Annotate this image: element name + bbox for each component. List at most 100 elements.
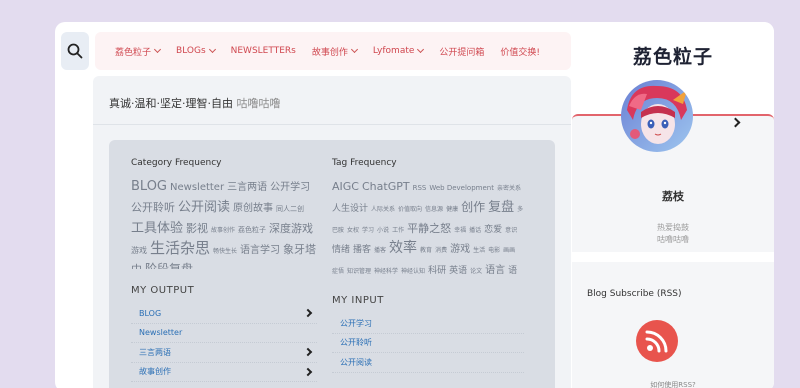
cloud-word[interactable]: 工具体验 — [131, 221, 183, 236]
menu-link-label: 三言两语 — [139, 347, 171, 357]
cloud-word[interactable]: 游戏 — [450, 244, 470, 255]
cloud-word[interactable]: 深度游戏 — [269, 222, 313, 235]
chevron-down-icon — [153, 45, 162, 54]
menu-link[interactable]: BLOG — [131, 304, 317, 324]
site-title[interactable]: 荔色粒子 — [572, 42, 774, 69]
cloud-word[interactable]: 科研 — [428, 266, 446, 276]
menu-link-label: Newsletter — [139, 328, 183, 338]
cloud-word[interactable]: 播客 — [353, 245, 371, 255]
menu-link[interactable]: 故事创作 — [131, 363, 317, 382]
search-button[interactable] — [61, 32, 89, 70]
my-output-list: BLOG Newsletter 三言两语故事创作 — [131, 304, 317, 382]
cloud-word[interactable]: 语言 — [485, 265, 505, 276]
cloud-word[interactable]: 播客 — [374, 247, 386, 254]
menu-link-label: 公开聆听 — [340, 338, 372, 348]
menu-link-label: 故事创作 — [139, 367, 171, 377]
my-input-list: 公开学习公开聆听公开阅读 — [332, 314, 524, 373]
cloud-word[interactable]: 创作 — [461, 200, 485, 214]
cloud-word[interactable]: 价值取向 — [398, 206, 422, 213]
menu-link-label: 公开学习 — [340, 318, 372, 328]
cloud-word[interactable]: 人生设计 — [332, 204, 368, 214]
cloud-word[interactable]: 画画 — [503, 247, 515, 254]
cloud-word[interactable]: 生活杂思 — [150, 239, 210, 257]
cloud-word[interactable]: 电影 — [488, 247, 500, 254]
cloud-word[interactable]: 阶段复盘 — [145, 262, 193, 269]
menu-link[interactable]: 公开学习 — [332, 314, 524, 334]
category-frequency-title: Category Frequency — [131, 158, 222, 168]
nav-item-label: NEWSLETTERs — [230, 46, 296, 56]
right-column: Tag Frequency AIGC ChatGPT RSS Web Developm… — [332, 158, 524, 373]
rss-icon[interactable] — [636, 320, 678, 362]
tag-cloud: AIGC ChatGPT RSS Web Development 亲密关系人生设计 人际关… — [332, 175, 524, 281]
cloud-word[interactable]: 平静之怒 — [407, 222, 451, 235]
cloud-word[interactable]: 英语 — [449, 266, 467, 276]
cloud-word[interactable]: 人际关系 — [371, 206, 395, 213]
nav-item-3[interactable]: 故事创作 — [312, 45, 358, 58]
cloud-word[interactable]: 公开学习 — [270, 182, 310, 193]
category-cloud: BLOG Newsletter 三言两语 公开学习公开聆听 公开阅读 原创故事 同人二创工具… — [131, 175, 317, 269]
cloud-word[interactable]: 神经科学 — [374, 268, 398, 275]
nav-item-5[interactable]: 公开提问箱 — [439, 45, 484, 58]
cloud-word[interactable]: 公开阅读 — [178, 200, 230, 215]
cloud-word[interactable]: 健康 — [446, 206, 458, 213]
cloud-word[interactable]: Web Development — [429, 184, 494, 192]
menu-link-label: BLOG — [139, 308, 162, 318]
cloud-word[interactable]: 故事创作 — [211, 227, 235, 234]
menu-link[interactable]: 三言两语 — [131, 343, 317, 363]
cloud-word[interactable]: AIGC — [332, 180, 359, 193]
rss-help-link[interactable]: 如何使用RSS? — [572, 380, 774, 388]
nav-item-4[interactable]: Lyfomate — [373, 45, 425, 56]
cloud-word[interactable]: 意识 — [505, 227, 517, 234]
cloud-word[interactable]: 效率 — [389, 240, 417, 256]
chevron-right-icon[interactable] — [303, 367, 313, 376]
rss-title: Blog Subscribe (RSS) — [587, 289, 682, 299]
cloud-word[interactable]: 神经认知 — [401, 268, 425, 275]
menu-link[interactable]: 公开阅读 — [332, 353, 524, 373]
cloud-word[interactable]: 工作 — [392, 227, 404, 234]
cloud-word[interactable]: 播话 — [469, 227, 481, 234]
cloud-word[interactable]: 游戏 — [131, 246, 147, 255]
menu-link[interactable]: Newsletter — [131, 324, 317, 343]
cloud-word[interactable]: 语言学习 — [240, 245, 280, 256]
cloud-word[interactable]: 症悟 — [332, 268, 344, 275]
avatar-image — [621, 80, 693, 152]
cloud-word[interactable]: 女权 — [347, 227, 359, 234]
chevron-right-icon[interactable] — [303, 347, 313, 357]
nav-item-2[interactable]: NEWSLETTERs — [231, 46, 296, 56]
rss-widget: Blog Subscribe (RSS) 如何使用RSS? — [572, 262, 774, 388]
cloud-word[interactable]: ChatGPT — [362, 180, 410, 193]
cloud-word[interactable]: 情绪 — [332, 245, 350, 255]
cloud-word[interactable]: 知识管理 — [347, 268, 371, 275]
cloud-word[interactable]: 同人二创 — [276, 205, 304, 213]
cloud-word[interactable]: 小说 — [377, 227, 389, 234]
cloud-word[interactable]: 荔色粒子 — [238, 226, 266, 234]
menu-link[interactable]: 公开聆听 — [332, 334, 524, 353]
author-description: 热爱捣鼓 咕噜咕噜 — [572, 222, 774, 246]
nav-item-1[interactable]: BLOGs — [176, 45, 216, 56]
cloud-word[interactable]: 消费 — [435, 247, 447, 254]
avatar[interactable] — [621, 80, 693, 152]
cloud-word[interactable]: 影视 — [186, 222, 208, 235]
cloud-word[interactable]: 生活 — [473, 247, 485, 254]
cloud-word[interactable]: 亲密关系 — [497, 185, 521, 192]
cloud-word[interactable]: 畅快生长 — [213, 248, 237, 255]
cloud-word[interactable]: 教育 — [420, 247, 432, 254]
cloud-word[interactable]: Newsletter — [170, 182, 224, 193]
cloud-word[interactable]: 幸福 — [454, 227, 466, 234]
nav-item-6[interactable]: 价值交换! — [500, 45, 540, 58]
cloud-word[interactable]: 公开聆听 — [131, 201, 175, 214]
my-output-title: MY OUTPUT — [131, 285, 195, 296]
cloud-word[interactable]: 复盘 — [488, 200, 514, 215]
chevron-right-icon[interactable] — [303, 308, 313, 318]
cloud-word[interactable]: 三言两语 — [227, 182, 267, 193]
cloud-word[interactable]: 原创故事 — [233, 203, 273, 214]
nav-item-0[interactable]: 荔色粒子 — [115, 45, 162, 58]
cloud-word[interactable]: RSS — [413, 184, 427, 192]
main-content: 真诚·温和·坚定·理智·自由 咕噜咕噜 Category Frequency B… — [93, 76, 571, 388]
cloud-word[interactable]: 恋爱 — [484, 225, 502, 235]
cloud-word[interactable]: BLOG — [131, 179, 167, 194]
cloud-word[interactable]: 论文 — [470, 268, 482, 275]
divider — [93, 124, 571, 125]
cloud-word[interactable]: 学习 — [362, 227, 374, 234]
cloud-word[interactable]: 信息源 — [425, 206, 443, 213]
